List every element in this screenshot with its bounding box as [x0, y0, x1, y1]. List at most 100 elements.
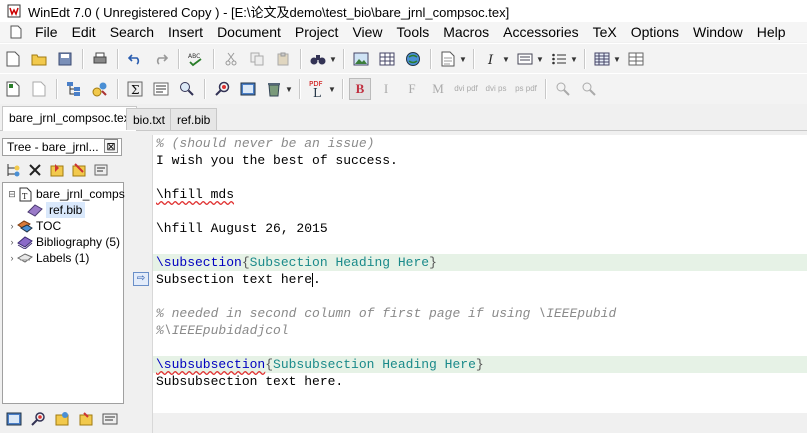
texify-icon[interactable]: [211, 78, 233, 100]
brace-open: {: [265, 357, 274, 372]
copy-icon[interactable]: [246, 48, 268, 70]
pdflatex-dropdown-icon[interactable]: ▼: [328, 85, 336, 94]
gather-icon[interactable]: [150, 78, 172, 100]
menu-project[interactable]: Project: [288, 22, 346, 42]
open-folder-icon[interactable]: [28, 48, 50, 70]
paste-icon[interactable]: [272, 48, 294, 70]
tree-expand-icon[interactable]: ›: [7, 250, 17, 266]
subsection-heading: Subsection Heading Here: [249, 255, 430, 270]
align-icon[interactable]: [514, 48, 536, 70]
menu-edit[interactable]: Edit: [65, 22, 103, 42]
globe-icon[interactable]: [402, 48, 424, 70]
console-icon[interactable]: [237, 78, 259, 100]
image-icon[interactable]: [350, 48, 372, 70]
page-dropdown-icon[interactable]: ▼: [459, 55, 467, 64]
tree-options-icon[interactable]: [91, 160, 111, 180]
grid-dropdown-icon[interactable]: ▼: [613, 55, 621, 64]
tree-close-icon[interactable]: [25, 160, 45, 180]
search-dvi-icon[interactable]: [552, 78, 574, 100]
menu-accessories[interactable]: Accessories: [496, 22, 585, 42]
menu-macros[interactable]: Macros: [436, 22, 496, 42]
panel-project-icon[interactable]: [52, 409, 72, 429]
bold-button[interactable]: B: [349, 78, 371, 100]
menu-options[interactable]: Options: [624, 22, 686, 42]
project-settings-icon[interactable]: [89, 78, 111, 100]
panel-console-icon[interactable]: [100, 409, 120, 429]
italic-button[interactable]: I: [375, 78, 397, 100]
grid-table-icon[interactable]: [591, 48, 613, 70]
new-file-icon[interactable]: [2, 48, 24, 70]
subsubsection-text: Subsubsection text here.: [156, 374, 344, 389]
menu-window[interactable]: Window: [686, 22, 750, 42]
blank-page-icon[interactable]: [28, 78, 50, 100]
redo-icon[interactable]: [150, 48, 172, 70]
menu-file[interactable]: File: [28, 22, 65, 42]
menu-insert[interactable]: Insert: [161, 22, 210, 42]
tree-item-bibliography[interactable]: › Bibliography (5): [7, 234, 120, 250]
tab-ref-bib[interactable]: ref.bib: [170, 108, 218, 130]
tab-bare-jrnl-compsoc[interactable]: bare_jrnl_compsoc.tex: [2, 106, 137, 131]
toolbar-separator: [178, 49, 179, 69]
align-dropdown-icon[interactable]: ▼: [536, 55, 544, 64]
svg-text:L: L: [313, 86, 321, 99]
list-dropdown-icon[interactable]: ▼: [570, 55, 578, 64]
italic-dropdown-icon[interactable]: ▼: [502, 55, 510, 64]
new-project-icon[interactable]: [2, 78, 24, 100]
tree-item-labels[interactable]: › Labels (1): [7, 250, 90, 266]
panel-search-icon[interactable]: [28, 409, 48, 429]
project-tree: ⊟ T bare_jrnl_comps ref.bib › TOC › Bibl…: [2, 182, 125, 404]
dvi-pdf-button[interactable]: dvi pdf: [453, 78, 479, 100]
matrix-icon[interactable]: [625, 48, 647, 70]
cut-icon[interactable]: [220, 48, 242, 70]
page-icon[interactable]: [437, 48, 459, 70]
search-magnifier-icon[interactable]: [176, 78, 198, 100]
bin-dropdown-icon[interactable]: ▼: [285, 85, 293, 94]
tree-item-label: ref.bib: [46, 202, 86, 218]
document-tabs: bare_jrnl_compsoc.tex bio.txt ref.bib: [0, 104, 807, 131]
document-icon[interactable]: [8, 24, 24, 40]
tab-bio-txt[interactable]: bio.txt: [126, 108, 173, 130]
search-pdf-icon[interactable]: [578, 78, 600, 100]
find-dropdown-icon[interactable]: ▼: [329, 55, 337, 64]
undo-icon[interactable]: [124, 48, 146, 70]
pdflatex-icon[interactable]: PDF L: [306, 78, 328, 100]
menu-tools[interactable]: Tools: [390, 22, 437, 42]
find-binoculars-icon[interactable]: [307, 48, 329, 70]
horizontal-scrollbar[interactable]: [153, 413, 807, 433]
tree-build-icon[interactable]: [69, 160, 89, 180]
spellcheck-icon[interactable]: ABC: [185, 48, 207, 70]
bibliography-icon: [17, 234, 33, 250]
tree-collapse-icon[interactable]: ⊟: [7, 186, 17, 202]
dvi-ps-button[interactable]: dvi ps: [483, 78, 509, 100]
list-icon[interactable]: [548, 48, 570, 70]
tree-bottom-toolbar: [2, 408, 124, 430]
tree-close-button[interactable]: ⊠: [104, 139, 118, 153]
tree-expand-icon[interactable]: ›: [7, 234, 17, 250]
tree-refresh-icon[interactable]: [47, 160, 67, 180]
menu-view[interactable]: View: [345, 22, 389, 42]
ps-pdf-button[interactable]: ps pdf: [513, 78, 539, 100]
tree-item-main-file[interactable]: ⊟ T bare_jrnl_comps: [7, 186, 125, 202]
tree-item-toc[interactable]: › TOC: [7, 218, 62, 234]
menu-search[interactable]: Search: [103, 22, 161, 42]
italic-format-icon[interactable]: I: [480, 48, 502, 70]
tree-expand-icon[interactable]: ›: [7, 218, 17, 234]
panel-tools-icon[interactable]: [76, 409, 96, 429]
font-f-button[interactable]: F: [401, 78, 423, 100]
toolbar-separator: [204, 79, 205, 99]
menu-help[interactable]: Help: [750, 22, 793, 42]
save-icon[interactable]: [54, 48, 76, 70]
toolbar-separator: [299, 79, 300, 99]
tree-branch-icon[interactable]: [3, 160, 23, 180]
font-m-button[interactable]: M: [427, 78, 449, 100]
text-editor[interactable]: % (should never be an issue) I wish you …: [153, 135, 807, 413]
menu-tex[interactable]: TeX: [586, 22, 624, 42]
tree-item-ref-bib[interactable]: ref.bib: [27, 202, 86, 218]
panel-view-icon[interactable]: [4, 409, 24, 429]
print-icon[interactable]: [89, 48, 111, 70]
project-tree-icon[interactable]: [63, 78, 85, 100]
sigma-icon[interactable]: Σ: [124, 78, 146, 100]
table-icon[interactable]: [376, 48, 398, 70]
bin-icon[interactable]: [263, 78, 285, 100]
menu-document[interactable]: Document: [210, 22, 288, 42]
